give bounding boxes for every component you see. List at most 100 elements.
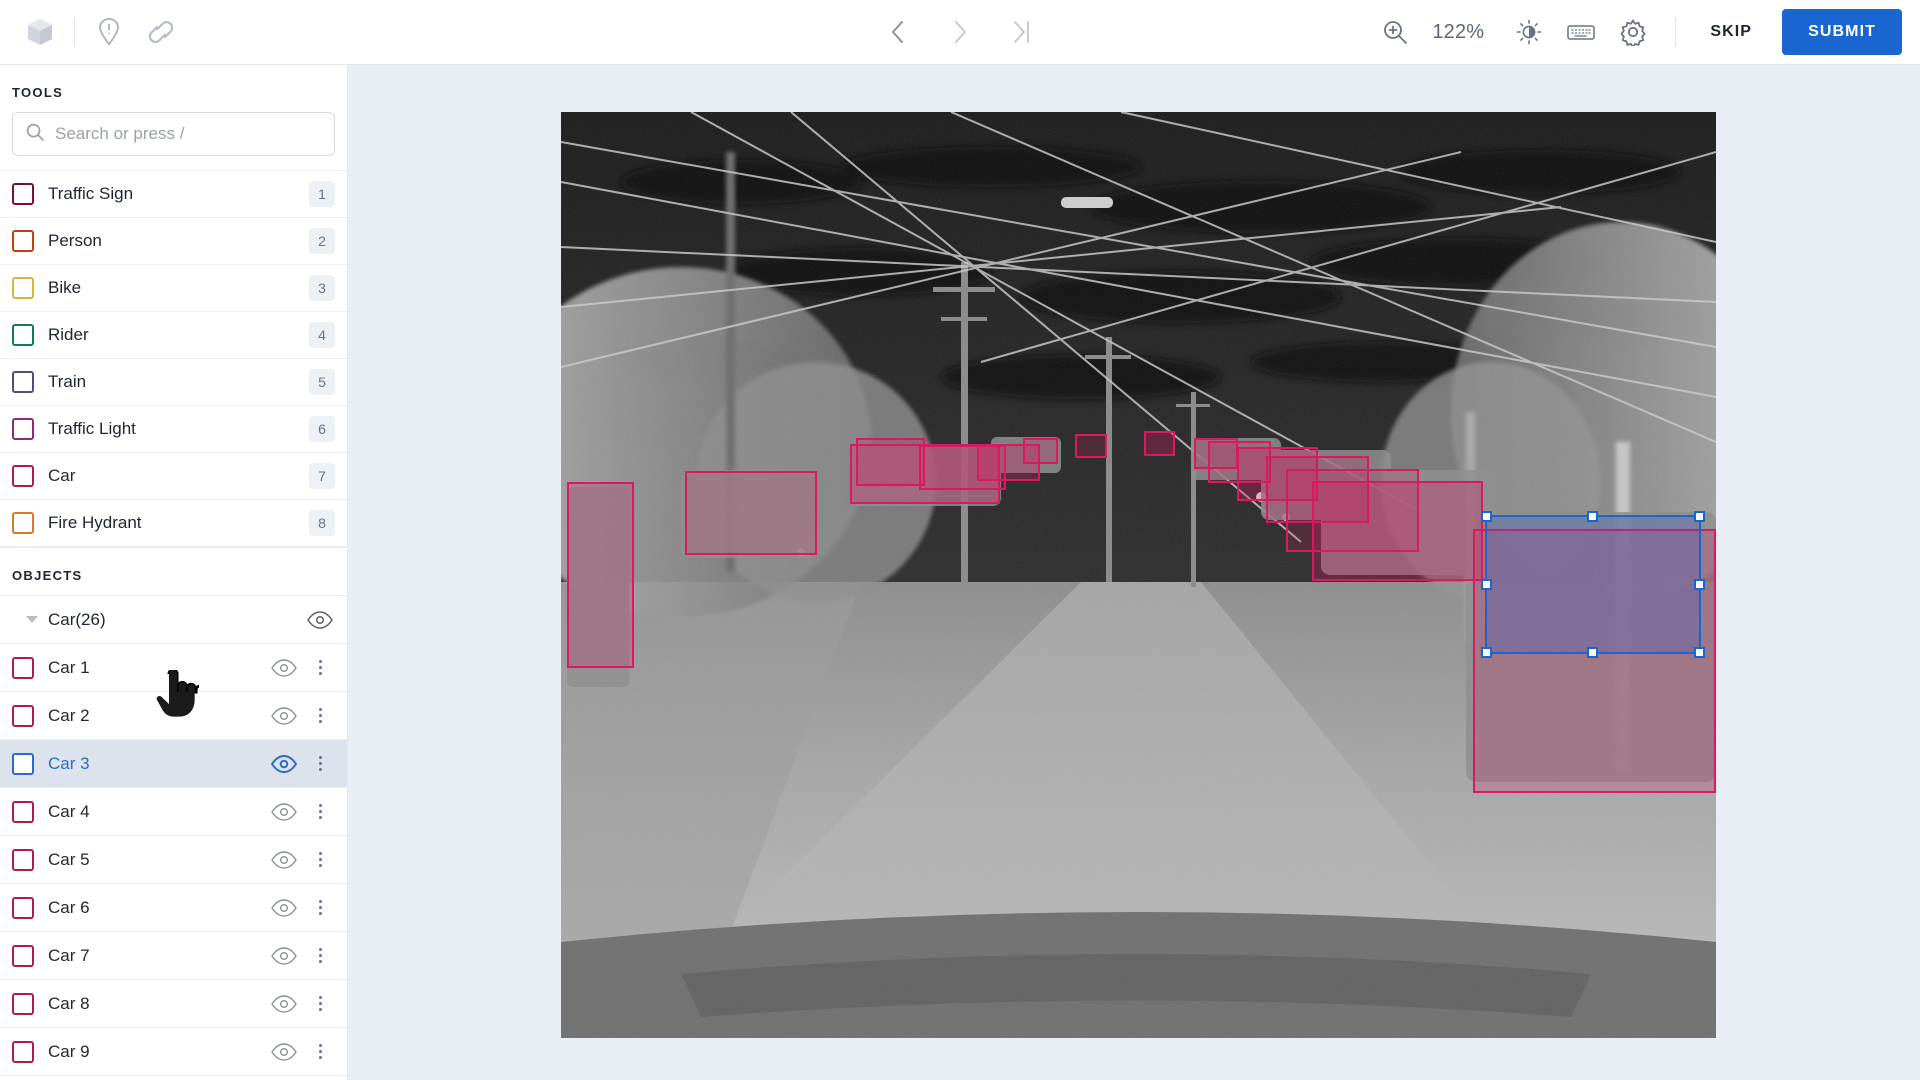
previous-frame-button[interactable] xyxy=(879,13,917,51)
eye-icon[interactable] xyxy=(305,610,335,629)
resize-handle-sw[interactable] xyxy=(1481,646,1492,658)
annotation-canvas[interactable] xyxy=(348,65,1920,1080)
object-color-swatch[interactable] xyxy=(12,896,34,919)
object-label: Car 5 xyxy=(48,849,90,869)
tool-color-swatch xyxy=(12,465,34,487)
gear-icon[interactable] xyxy=(1607,6,1659,58)
object-row-car-7[interactable]: Car 7 xyxy=(0,932,347,980)
eye-icon[interactable] xyxy=(269,946,299,965)
chevron-down-icon[interactable] xyxy=(26,616,38,623)
search-container xyxy=(0,112,347,170)
tool-label: Rider xyxy=(48,325,89,344)
next-frame-button[interactable] xyxy=(941,13,979,51)
resize-handle-s[interactable] xyxy=(1587,646,1599,658)
skip-button[interactable]: SKIP xyxy=(1692,13,1770,51)
resize-handle-n[interactable] xyxy=(1587,510,1599,522)
tool-label: Bike xyxy=(48,278,82,297)
toolbar-divider-right xyxy=(1675,17,1677,47)
object-row-car-1[interactable]: Car 1 xyxy=(0,644,347,692)
object-row-car-8[interactable]: Car 8 xyxy=(0,980,347,1028)
brightness-contrast-icon[interactable] xyxy=(1503,6,1555,58)
object-row-car-2[interactable]: Car 2 xyxy=(0,692,347,740)
object-color-swatch[interactable] xyxy=(12,656,34,679)
kebab-menu-icon[interactable] xyxy=(305,852,335,867)
eye-icon[interactable] xyxy=(269,1042,299,1061)
annotation-box[interactable] xyxy=(684,471,818,555)
tool-row-car[interactable]: Car 7 xyxy=(0,453,347,500)
eye-icon[interactable] xyxy=(269,850,299,869)
annotation-box[interactable] xyxy=(566,482,634,668)
search-box[interactable] xyxy=(12,112,335,156)
tool-label: Traffic Sign xyxy=(48,184,134,203)
tool-row-fire-hydrant[interactable]: Fire Hydrant 8 xyxy=(0,500,347,547)
tool-row-bike[interactable]: Bike 3 xyxy=(0,265,347,312)
object-row-car-9[interactable]: Car 9 xyxy=(0,1028,347,1076)
annotation-box[interactable] xyxy=(1311,480,1483,581)
kebab-menu-icon[interactable] xyxy=(305,660,335,675)
issue-pin-icon[interactable] xyxy=(83,6,135,58)
tool-row-rider[interactable]: Rider 4 xyxy=(0,312,347,359)
tool-color-swatch xyxy=(12,324,34,346)
object-label: Car 2 xyxy=(48,705,90,725)
kebab-menu-icon[interactable] xyxy=(305,996,335,1011)
resize-handle-e[interactable] xyxy=(1693,578,1705,590)
selected-bounding-box[interactable] xyxy=(1481,510,1705,658)
object-row-car-3[interactable]: Car 3 xyxy=(0,740,347,788)
kebab-menu-icon[interactable] xyxy=(305,900,335,915)
zoom-level-value[interactable]: 122% xyxy=(1427,21,1489,44)
tool-row-traffic-sign[interactable]: Traffic Sign 1 xyxy=(0,171,347,218)
keyboard-icon[interactable] xyxy=(1555,6,1607,58)
kebab-menu-icon[interactable] xyxy=(305,708,335,723)
object-label: Car 4 xyxy=(48,801,90,821)
eye-icon[interactable] xyxy=(269,802,299,821)
resize-handle-w[interactable] xyxy=(1481,578,1492,590)
annotation-box[interactable] xyxy=(1074,434,1108,459)
eye-icon[interactable] xyxy=(269,994,299,1013)
annotation-box[interactable] xyxy=(1023,437,1058,464)
cube-logo-icon[interactable] xyxy=(14,6,66,58)
eye-icon[interactable] xyxy=(269,706,299,725)
tool-label: Person xyxy=(48,231,102,250)
toolbar-divider xyxy=(74,19,75,45)
annotation-box[interactable] xyxy=(1144,431,1176,456)
object-color-swatch[interactable] xyxy=(12,704,34,727)
kebab-menu-icon[interactable] xyxy=(305,804,335,819)
object-row-car-4[interactable]: Car 4 xyxy=(0,788,347,836)
skip-to-end-button[interactable] xyxy=(1003,13,1041,51)
object-label: Car 1 xyxy=(48,657,90,677)
thermal-image[interactable] xyxy=(561,112,1716,1038)
magnifier-plus-icon[interactable] xyxy=(1369,6,1421,58)
tool-label: Fire Hydrant xyxy=(48,513,142,532)
tool-row-traffic-light[interactable]: Traffic Light 6 xyxy=(0,406,347,453)
tool-row-person[interactable]: Person 2 xyxy=(0,218,347,265)
object-color-swatch[interactable] xyxy=(12,848,34,871)
object-color-swatch[interactable] xyxy=(12,752,34,775)
object-row-car-5[interactable]: Car 5 xyxy=(0,836,347,884)
kebab-menu-icon[interactable] xyxy=(305,756,335,771)
resize-handle-se[interactable] xyxy=(1693,646,1705,658)
tools-section-title: TOOLS xyxy=(12,85,64,100)
object-label: Car 6 xyxy=(48,897,90,917)
search-input[interactable] xyxy=(55,124,322,144)
object-color-swatch[interactable] xyxy=(12,800,34,823)
eye-icon[interactable] xyxy=(269,754,299,773)
link-icon[interactable] xyxy=(135,6,187,58)
object-color-swatch[interactable] xyxy=(12,944,34,967)
tool-color-swatch xyxy=(12,183,34,205)
top-toolbar: 122% SKIP SUBMIT xyxy=(0,0,1920,65)
resize-handle-nw[interactable] xyxy=(1481,510,1492,522)
eye-icon[interactable] xyxy=(269,898,299,917)
submit-button[interactable]: SUBMIT xyxy=(1782,9,1902,55)
object-row-car-6[interactable]: Car 6 xyxy=(0,884,347,932)
resize-handle-ne[interactable] xyxy=(1693,510,1705,522)
annotation-box[interactable] xyxy=(855,437,925,487)
eye-icon[interactable] xyxy=(269,658,299,677)
object-color-swatch[interactable] xyxy=(12,992,34,1015)
kebab-menu-icon[interactable] xyxy=(305,948,335,963)
object-group-car[interactable]: Car(26) xyxy=(0,596,347,644)
tool-row-train[interactable]: Train 5 xyxy=(0,359,347,406)
object-color-swatch[interactable] xyxy=(12,1040,34,1063)
tool-shortcut: 4 xyxy=(309,322,335,348)
tool-shortcut: 6 xyxy=(309,416,335,442)
kebab-menu-icon[interactable] xyxy=(305,1044,335,1059)
